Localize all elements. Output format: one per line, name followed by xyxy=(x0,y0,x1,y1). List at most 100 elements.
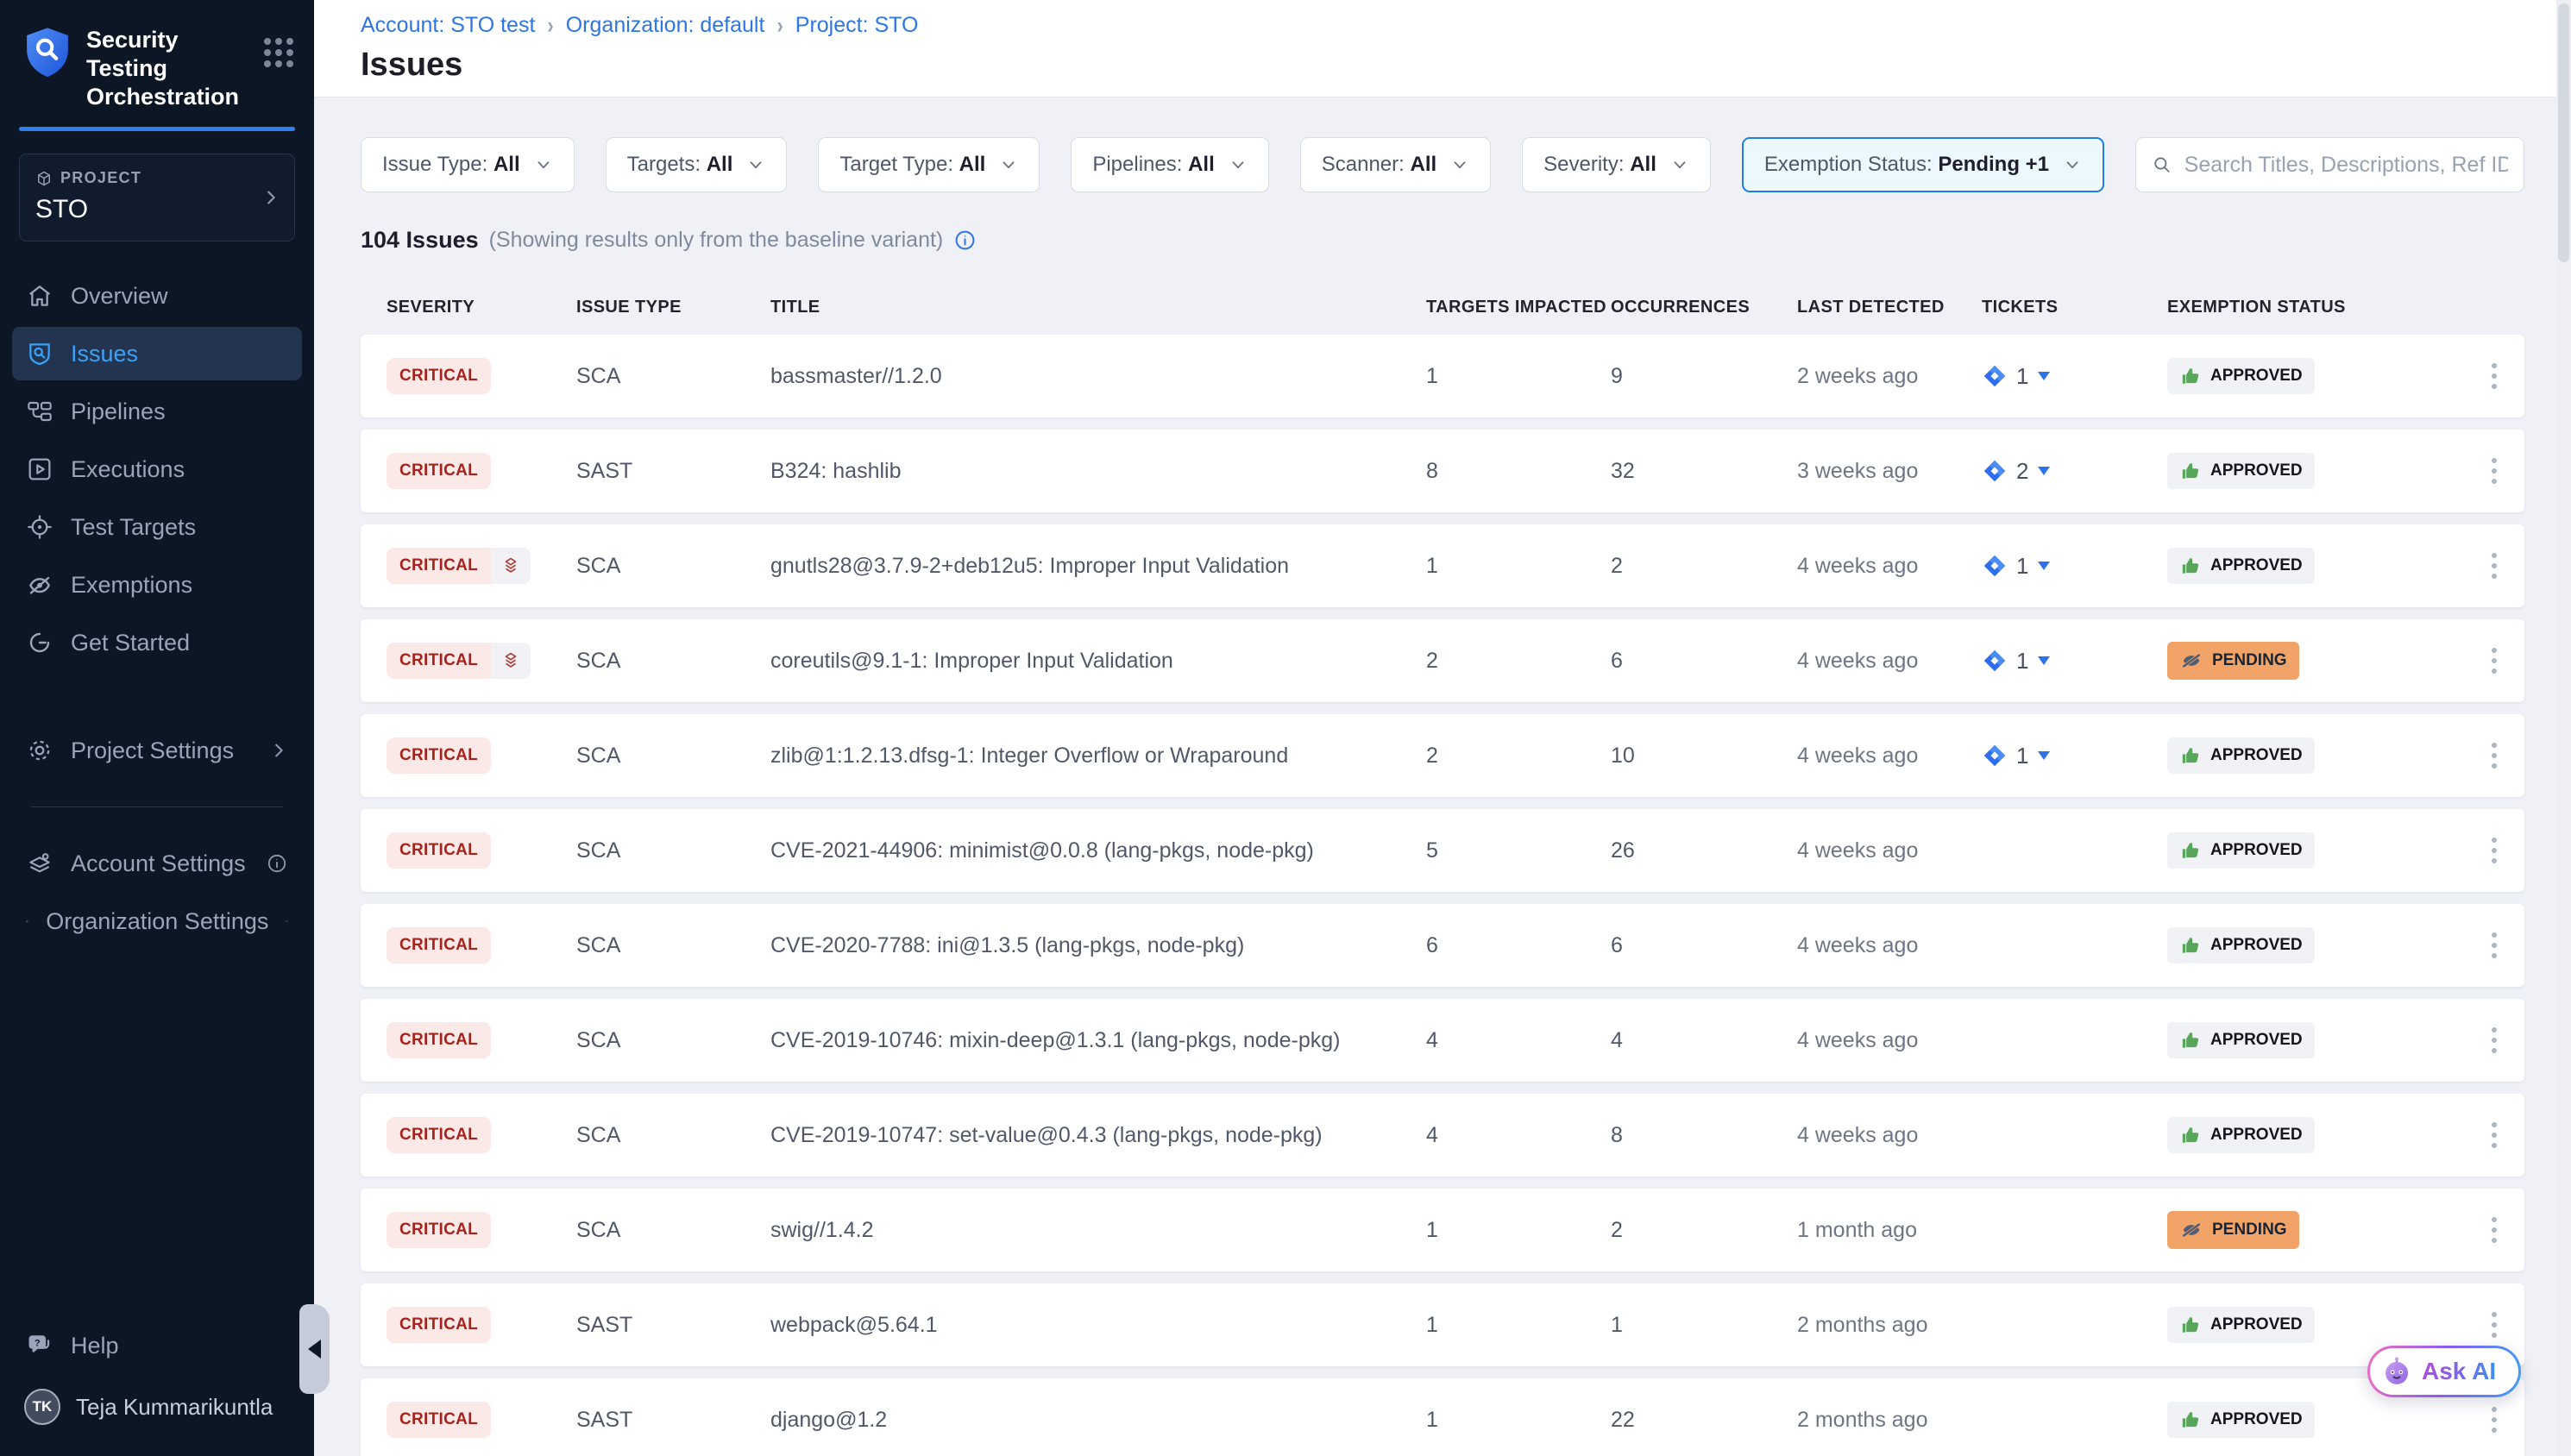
ticket-cell[interactable]: 2 xyxy=(1982,458,2167,485)
sidebar-item-exemptions[interactable]: Exemptions xyxy=(12,558,302,612)
sidebar-item-pipelines[interactable]: Pipelines xyxy=(12,385,302,438)
row-menu-button[interactable] xyxy=(2481,926,2507,965)
project-label: PROJECT xyxy=(60,169,141,187)
row-menu-button[interactable] xyxy=(2481,831,2507,870)
filter-pill[interactable]: Targets: All xyxy=(606,137,788,192)
exemption-status-badge: APPROVED xyxy=(2167,927,2315,963)
filter-pill[interactable]: Scanner: All xyxy=(1300,137,1491,192)
filter-pill[interactable]: Exemption Status: Pending +1 xyxy=(1742,137,2104,192)
severity-badge: CRITICAL xyxy=(387,1307,491,1343)
issue-row[interactable]: CRITICAL SCA CVE-2019-10746: mixin-deep@… xyxy=(361,999,2524,1082)
search-input[interactable] xyxy=(2184,153,2508,178)
issue-row[interactable]: CRITICAL SCA CVE-2021-44906: minimist@0.… xyxy=(361,809,2524,892)
issue-row[interactable]: CRITICAL SCA gnutls28@3.7.9-2+deb12u5: I… xyxy=(361,524,2524,607)
sidebar-item-organization-settings[interactable]: Organization Settings xyxy=(12,894,302,948)
help-chat-icon: ? xyxy=(26,1332,53,1359)
ticket-count: 1 xyxy=(2016,743,2028,769)
sidebar-item-overview[interactable]: Overview xyxy=(12,269,302,323)
scrollbar-thumb[interactable] xyxy=(2558,3,2569,262)
severity-badge: CRITICAL xyxy=(387,927,491,963)
ticket-cell[interactable]: 1 xyxy=(1982,648,2167,675)
breadcrumb-account-link[interactable]: Account: STO test xyxy=(361,13,535,38)
occurrences: 26 xyxy=(1611,838,1797,863)
ask-ai-button[interactable]: Ask AI xyxy=(2367,1346,2521,1397)
issue-row[interactable]: CRITICAL SCA CVE-2020-7788: ini@1.3.5 (l… xyxy=(361,904,2524,987)
chevron-down-icon xyxy=(746,155,765,174)
project-selector[interactable]: PROJECT STO xyxy=(19,154,295,242)
issues-count-line: 104 Issues (Showing results only from th… xyxy=(361,227,2524,254)
row-menu-button[interactable] xyxy=(2481,546,2507,586)
row-menu-button[interactable] xyxy=(2481,1020,2507,1060)
sidebar-nav: Overview Issues Pipelines Executions Tes… xyxy=(12,269,302,674)
sidebar-item-issues[interactable]: Issues xyxy=(12,327,302,380)
issue-row[interactable]: CRITICAL SAST webpack@5.64.1 1 1 2 month… xyxy=(361,1283,2524,1366)
issue-row[interactable]: CRITICAL SCA CVE-2019-10747: set-value@0… xyxy=(361,1094,2524,1177)
sidebar-item-project-settings[interactable]: Project Settings xyxy=(12,724,302,777)
sidebar-item-test-targets[interactable]: Test Targets xyxy=(12,500,302,554)
layers-gear-icon xyxy=(26,850,53,877)
issue-title: CVE-2021-44906: minimist@0.0.8 (lang-pkg… xyxy=(770,838,1426,863)
ticket-cell[interactable]: 1 xyxy=(1982,363,2167,390)
user-menu[interactable]: TK Teja Kummarikuntla xyxy=(12,1377,302,1437)
ticket-cell[interactable]: 1 xyxy=(1982,743,2167,769)
issue-row[interactable]: CRITICAL SCA bassmaster//1.2.0 1 9 2 wee… xyxy=(361,335,2524,417)
column-header-targets-impacted: TARGETS IMPACTED xyxy=(1426,298,1611,317)
row-menu-button[interactable] xyxy=(2481,1305,2507,1345)
row-menu-button[interactable] xyxy=(2481,451,2507,491)
filter-pill[interactable]: Issue Type: All xyxy=(361,137,575,192)
targets-impacted: 2 xyxy=(1426,649,1611,674)
chevron-down-icon xyxy=(534,155,553,174)
sidebar-bottom-group: ? Help TK Teja Kummarikuntla xyxy=(12,1319,302,1437)
issue-title: CVE-2019-10746: mixin-deep@1.3.1 (lang-p… xyxy=(770,1028,1426,1053)
occurrences: 2 xyxy=(1611,1218,1797,1243)
caret-down-icon xyxy=(2037,466,2051,476)
row-menu-button[interactable] xyxy=(2481,1115,2507,1155)
last-detected: 4 weeks ago xyxy=(1797,744,1982,769)
targets-impacted: 5 xyxy=(1426,838,1611,863)
page-title: Issues xyxy=(361,47,2571,84)
issue-row[interactable]: CRITICAL SAST django@1.2 1 22 2 months a… xyxy=(361,1378,2524,1456)
issue-type: SAST xyxy=(576,1408,770,1433)
breadcrumb-project-link[interactable]: Project: STO xyxy=(795,13,919,38)
page-scrollbar[interactable] xyxy=(2556,0,2571,1456)
info-icon[interactable] xyxy=(953,229,977,252)
row-menu-button[interactable] xyxy=(2481,1400,2507,1440)
breadcrumb-org-link[interactable]: Organization: default xyxy=(566,13,765,38)
exemption-status-label: APPROVED xyxy=(2210,1315,2303,1334)
module-grid-icon[interactable] xyxy=(264,38,293,67)
row-menu-button[interactable] xyxy=(2481,641,2507,681)
filter-pill[interactable]: Target Type: All xyxy=(818,137,1040,192)
issue-title: zlib@1:1.2.13.dfsg-1: Integer Overflow o… xyxy=(770,744,1426,769)
sidebar-item-get-started[interactable]: Get Started xyxy=(12,616,302,669)
severity-badge: CRITICAL xyxy=(387,643,531,679)
issue-row[interactable]: CRITICAL SCA swig//1.4.2 1 2 1 month ago… xyxy=(361,1189,2524,1271)
sidebar-item-executions[interactable]: Executions xyxy=(12,442,302,496)
exemption-status-badge: APPROVED xyxy=(2167,737,2315,774)
sidebar-collapse-handle[interactable] xyxy=(299,1304,330,1394)
row-menu-button[interactable] xyxy=(2481,356,2507,396)
occurrences: 10 xyxy=(1611,744,1797,769)
filter-pill[interactable]: Severity: All xyxy=(1522,137,1711,192)
caret-down-icon xyxy=(2037,750,2051,761)
sidebar-item-account-settings[interactable]: Account Settings xyxy=(12,837,302,890)
row-menu-button[interactable] xyxy=(2481,736,2507,775)
filter-pill[interactable]: Pipelines: All xyxy=(1071,137,1268,192)
ticket-cell[interactable]: 1 xyxy=(1982,553,2167,580)
issue-row[interactable]: CRITICAL SAST B324: hashlib 8 32 3 weeks… xyxy=(361,430,2524,512)
chevron-down-icon xyxy=(1450,155,1469,174)
row-menu-button[interactable] xyxy=(2481,1210,2507,1250)
issue-type: SCA xyxy=(576,554,770,579)
exemption-status-badge: PENDING xyxy=(2167,642,2299,680)
occurrences: 4 xyxy=(1611,1028,1797,1053)
sidebar: Security Testing Orchestration PROJECT S… xyxy=(0,0,314,1456)
exemption-status-label: APPROVED xyxy=(2210,556,2303,575)
issues-count-note: (Showing results only from the baseline … xyxy=(489,228,944,253)
collapse-arrow-icon xyxy=(308,1340,321,1359)
target-icon xyxy=(26,513,53,541)
column-header-title: TITLE xyxy=(770,298,1426,317)
exemption-status-label: APPROVED xyxy=(2210,746,2303,765)
sidebar-item-help[interactable]: ? Help xyxy=(12,1319,302,1372)
issue-row[interactable]: CRITICAL SCA coreutils@9.1-1: Improper I… xyxy=(361,619,2524,702)
issue-row[interactable]: CRITICAL SCA zlib@1:1.2.13.dfsg-1: Integ… xyxy=(361,714,2524,797)
thumbs-up-icon xyxy=(2179,744,2202,767)
